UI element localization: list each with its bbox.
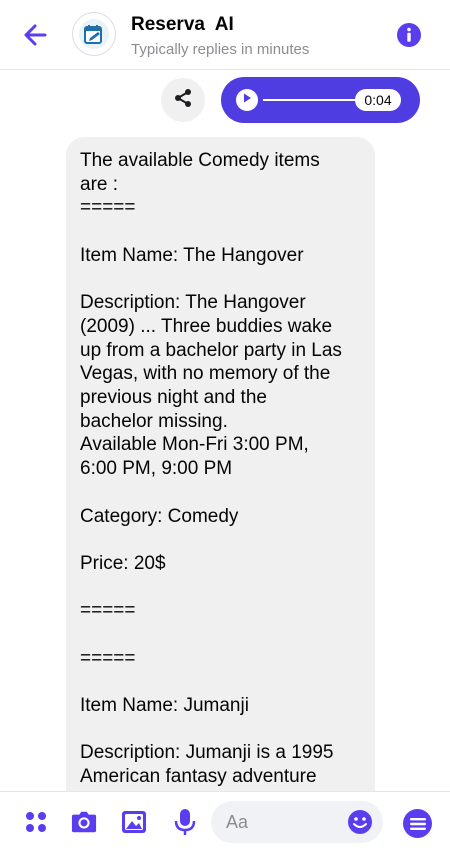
camera-icon[interactable] bbox=[71, 809, 97, 835]
message-line: The available Comedy items bbox=[80, 150, 320, 171]
play-button[interactable] bbox=[236, 89, 258, 111]
message-line: ===== bbox=[80, 600, 136, 622]
message-line: Available Mon-Fri 3:00 PM, bbox=[80, 434, 309, 456]
message-input-placeholder: Aa bbox=[226, 812, 249, 832]
message-line bbox=[80, 220, 361, 244]
message-line: Description: Jumanji is a 1995 bbox=[80, 742, 334, 764]
bot-message-bubble: The available Comedy items are : ===== Item… bbox=[66, 137, 375, 817]
message-text: The available Comedy items are : ===== Item… bbox=[80, 149, 361, 813]
info-icon[interactable] bbox=[396, 22, 422, 48]
message-line bbox=[80, 576, 361, 600]
message-line bbox=[80, 670, 361, 694]
message-line bbox=[80, 623, 361, 647]
share-button[interactable] bbox=[161, 78, 205, 122]
message-line: Vegas, with no memory of the bbox=[80, 363, 331, 385]
share-icon bbox=[172, 87, 194, 114]
apps-icon[interactable] bbox=[23, 809, 49, 835]
message-line bbox=[80, 528, 361, 552]
back-arrow-icon[interactable] bbox=[20, 20, 50, 50]
message-line: American fantasy adventure bbox=[80, 766, 317, 788]
message-line bbox=[80, 268, 361, 292]
message-line: Category: Comedy bbox=[80, 505, 239, 527]
message-line: Item Name: The Hangover bbox=[80, 244, 304, 266]
message-line: Item Name: Jumanji bbox=[80, 695, 249, 717]
gallery-icon[interactable] bbox=[121, 809, 147, 835]
menu-icon[interactable] bbox=[403, 809, 432, 838]
microphone-icon[interactable] bbox=[172, 809, 198, 835]
chat-subtitle: Typically replies in minutes bbox=[131, 41, 310, 58]
message-line: up from a bachelor party in Las bbox=[80, 339, 342, 361]
message-line: Description: The Hangover bbox=[80, 292, 306, 314]
audio-message: 0:04 bbox=[221, 77, 420, 123]
message-line: bachelor missing. bbox=[80, 410, 228, 432]
calendar-icon bbox=[79, 19, 109, 49]
message-composer: Aa bbox=[0, 791, 450, 851]
message-line bbox=[80, 481, 361, 505]
chat-header: Reserva AI Typically replies in minutes bbox=[0, 0, 450, 70]
play-icon bbox=[241, 91, 253, 109]
audio-duration: 0:04 bbox=[355, 89, 401, 111]
message-input[interactable]: Aa bbox=[211, 801, 383, 843]
emoji-icon[interactable] bbox=[347, 809, 373, 835]
message-line bbox=[80, 718, 361, 742]
message-line: are : bbox=[80, 173, 119, 195]
avatar[interactable] bbox=[72, 12, 116, 56]
message-line: (2009) ... Three buddies wake bbox=[80, 315, 333, 337]
message-line: ===== bbox=[80, 197, 136, 219]
chat-title: Reserva AI bbox=[131, 14, 234, 35]
message-line: ===== bbox=[80, 647, 136, 669]
message-line: previous night and the bbox=[80, 387, 267, 408]
message-line: Price: 20$ bbox=[80, 552, 166, 574]
message-line: 6:00 PM, 9:00 PM bbox=[80, 458, 233, 480]
